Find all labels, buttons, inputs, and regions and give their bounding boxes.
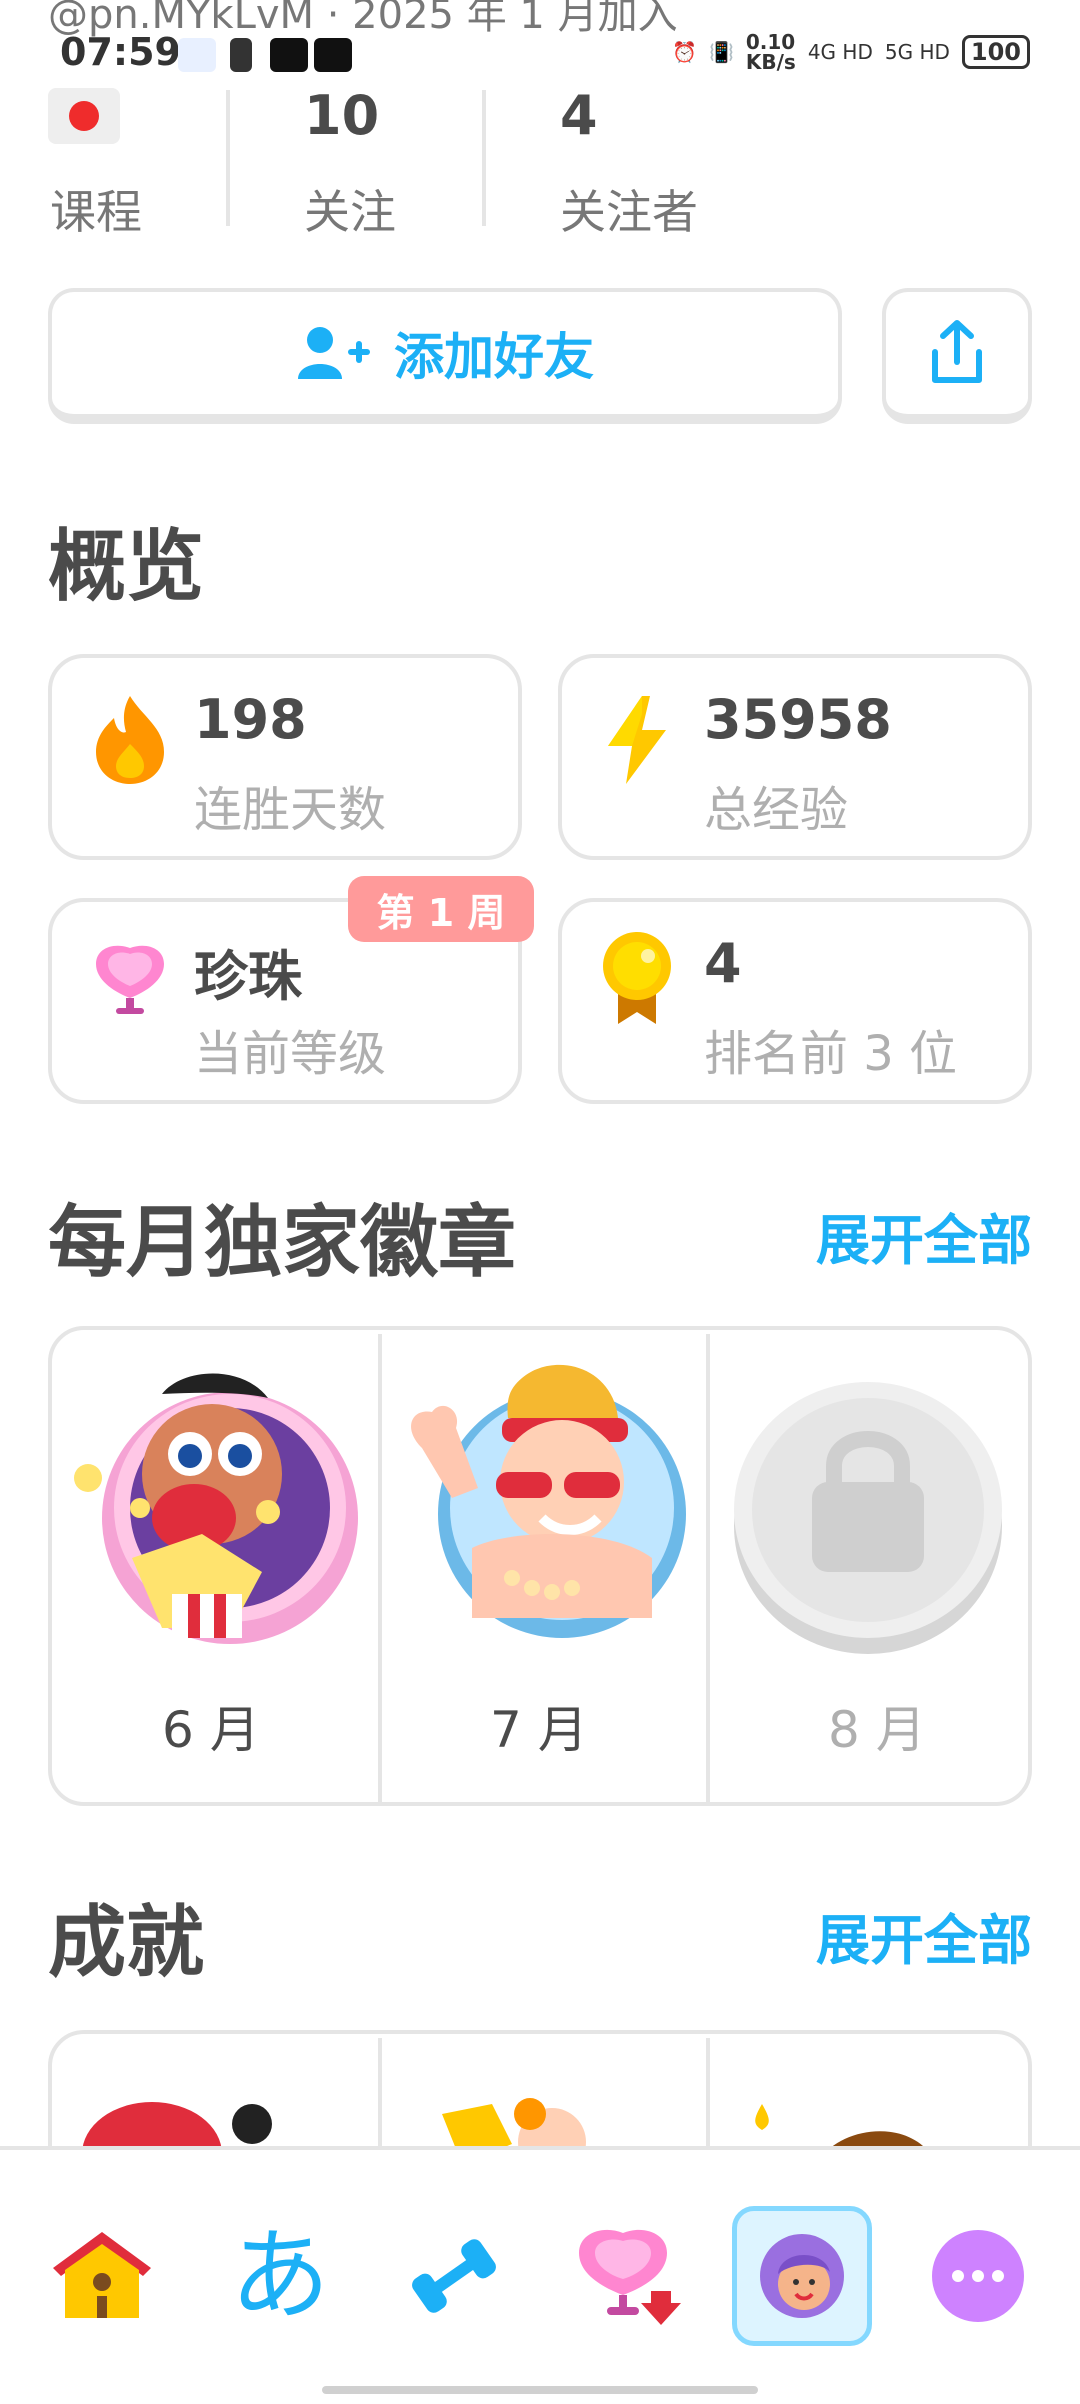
nav-leagues[interactable]	[558, 2206, 698, 2346]
league-label: 当前等级	[194, 1026, 387, 1082]
achievements-expand-link[interactable]: 展开全部	[816, 1896, 1032, 1975]
week-badge: 第 1 周	[348, 876, 534, 942]
august-badge-locked-icon[interactable]	[726, 1370, 1010, 1660]
dumbbell-icon	[412, 2239, 496, 2313]
streak-value: 198	[194, 688, 307, 751]
signal-4g: 4G HD	[807, 40, 873, 64]
top3-value: 4	[704, 932, 742, 995]
followers-label[interactable]: 关注者	[560, 176, 698, 242]
characters-icon: あ	[230, 2217, 330, 2334]
league-value: 珍珠	[194, 945, 302, 1008]
app-notification-icon	[270, 38, 308, 72]
home-indicator[interactable]	[322, 2386, 758, 2394]
divider	[482, 90, 486, 226]
alarm-icon: ⏰	[672, 40, 697, 64]
add-friend-button[interactable]: 添加好友	[48, 288, 842, 424]
pearl-league-icon	[96, 945, 164, 1014]
status-bar: 07:59 ⏰ 📳 0.10 KB/s 4G HD 5G HD 100	[0, 0, 1080, 110]
xp-value: 35958	[704, 688, 892, 751]
more-icon	[932, 2230, 1024, 2322]
achievements-title: 成就	[48, 1898, 205, 1988]
add-user-icon	[298, 327, 370, 379]
net-speed-unit: KB/s	[745, 50, 796, 74]
net-speed: 0.10	[745, 30, 796, 54]
battery-saver-icon	[230, 38, 252, 72]
badges-expand-link[interactable]: 展开全部	[816, 1196, 1032, 1275]
xp-card[interactable]: 35958 总经验	[558, 654, 1032, 860]
nav-more[interactable]	[908, 2206, 1048, 2346]
streak-label: 连胜天数	[194, 782, 387, 838]
following-label[interactable]: 关注	[304, 176, 396, 242]
add-friend-label: 添加好友	[394, 328, 594, 386]
lightning-icon	[608, 696, 666, 784]
june-badge-icon[interactable]	[72, 1358, 372, 1648]
profile-icon	[760, 2234, 844, 2318]
monthly-badges-card: 6 月 7 月 8 月	[48, 1326, 1032, 1806]
badge-month-august: 8 月	[828, 1701, 926, 1759]
course-label: 课程	[50, 185, 142, 239]
followers-count[interactable]: 4	[560, 84, 598, 147]
medal-icon	[603, 932, 671, 1024]
divider	[226, 90, 230, 226]
vibrate-icon: 📳	[708, 40, 734, 64]
overview-title: 概览	[48, 522, 205, 612]
app-notification-icon	[178, 38, 216, 72]
following-count[interactable]: 10	[304, 84, 379, 147]
nav-characters[interactable]: あ	[210, 2206, 350, 2346]
status-right: ⏰ 📳 0.10 KB/s 4G HD 5G HD 100	[672, 32, 1030, 72]
divider	[378, 1334, 382, 1806]
share-icon	[932, 320, 982, 383]
nav-profile[interactable]	[732, 2206, 872, 2346]
divider	[706, 1334, 710, 1806]
july-badge-icon[interactable]	[392, 1358, 702, 1648]
badge-month-july: 7 月	[490, 1701, 588, 1759]
top3-label: 排名前 3 位	[704, 1026, 958, 1082]
signal-5g: 5G HD	[884, 40, 950, 64]
badge-month-june: 6 月	[162, 1701, 260, 1759]
status-time: 07:59	[60, 30, 181, 74]
course-flag-icon[interactable]	[48, 88, 120, 144]
battery-level: 100	[961, 35, 1030, 69]
home-icon	[53, 2232, 151, 2318]
share-button[interactable]	[882, 288, 1032, 424]
xp-label: 总经验	[704, 782, 849, 838]
nav-practice[interactable]	[384, 2206, 524, 2346]
nav-home[interactable]	[32, 2206, 172, 2346]
flame-icon	[96, 696, 164, 784]
top3-card[interactable]: 4 排名前 3 位	[558, 898, 1032, 1104]
monthly-badges-title: 每月独家徽章	[48, 1198, 517, 1288]
league-icon	[579, 2229, 681, 2325]
tiktok-icon	[314, 38, 352, 72]
streak-card[interactable]: 198 连胜天数	[48, 654, 522, 860]
